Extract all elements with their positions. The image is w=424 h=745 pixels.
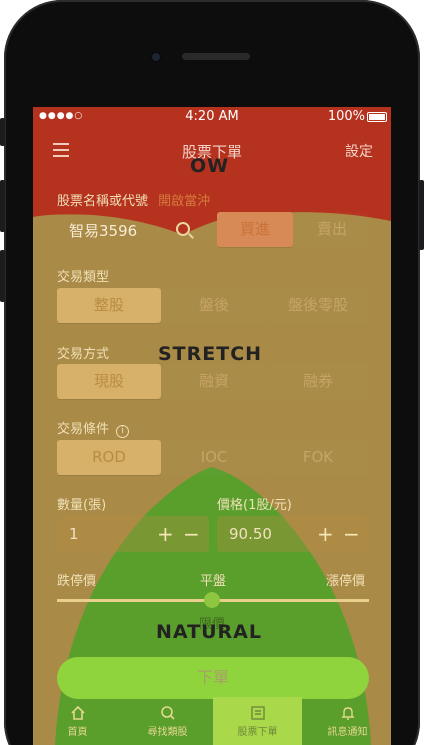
status-bar: ●●●●○ 4:20 AM 100% xyxy=(33,107,391,127)
trade-method-short[interactable]: 融券 xyxy=(267,364,369,399)
trade-type-after-hours[interactable]: 盤後 xyxy=(163,288,265,323)
earpiece-speaker xyxy=(182,53,250,60)
trade-method-cash[interactable]: 現股 xyxy=(57,364,161,399)
sell-button[interactable]: 賣出 xyxy=(295,212,369,247)
day-trade-link[interactable]: 開啟當沖 xyxy=(158,194,210,209)
quantity-label: 數量(張) xyxy=(57,498,107,513)
tab-place-order-label: 股票下單 xyxy=(237,727,278,738)
price-minus-button[interactable]: − xyxy=(343,516,360,552)
trade-method-label: 交易方式 xyxy=(57,347,110,362)
volume-down-button xyxy=(0,250,5,302)
tab-home[interactable]: 首頁 xyxy=(33,697,122,745)
front-camera xyxy=(150,51,162,63)
quantity-plus-button[interactable]: + xyxy=(157,516,174,552)
condition-label: 交易條件 i xyxy=(57,418,130,438)
natural-zone-label: NATURAL xyxy=(156,621,262,643)
trade-type-label: 交易類型 xyxy=(57,270,110,285)
tab-find-sector-label: 尋找類股 xyxy=(147,727,188,738)
app-screen: ●●●●○ 4:20 AM 100% 股票下單 設定 股票名稱或代號 開啟當沖 … xyxy=(33,107,391,745)
condition-rod[interactable]: ROD xyxy=(57,440,161,475)
condition-fok[interactable]: FOK xyxy=(267,440,369,475)
tab-home-label: 首頁 xyxy=(67,727,88,738)
limit-up-label: 漲停價 xyxy=(326,574,366,589)
search-icon[interactable] xyxy=(176,222,190,236)
flat-price-label: 平盤 xyxy=(200,574,227,589)
mute-switch xyxy=(0,118,5,146)
buy-button[interactable]: 買進 xyxy=(217,212,293,247)
stretch-zone-label: STRETCH xyxy=(158,343,263,365)
settings-button[interactable]: 設定 xyxy=(345,141,373,161)
quantity-value: 1 xyxy=(69,525,79,543)
volume-up-button xyxy=(0,180,5,232)
price-field[interactable]: 90.50 + − xyxy=(217,516,369,552)
search-icon xyxy=(160,706,175,720)
trade-type-whole[interactable]: 整股 xyxy=(57,288,161,323)
battery-icon xyxy=(367,112,387,122)
home-icon xyxy=(70,705,85,720)
quantity-minus-button[interactable]: − xyxy=(183,516,200,552)
limit-down-label: 跌停價 xyxy=(57,574,97,589)
price-plus-button[interactable]: + xyxy=(317,516,334,552)
order-form-icon xyxy=(250,706,265,720)
quantity-field[interactable]: 1 + − xyxy=(57,516,209,552)
tab-find-sector[interactable]: 尋找類股 xyxy=(123,697,212,745)
info-icon[interactable]: i xyxy=(116,425,130,438)
trade-method-margin[interactable]: 融資 xyxy=(163,364,265,399)
price-value: 90.50 xyxy=(229,525,272,543)
tab-notifications-label: 訊息通知 xyxy=(327,727,368,738)
ow-zone-label: OW xyxy=(190,155,230,177)
stock-label-text: 股票名稱或代號 xyxy=(57,194,149,209)
tab-place-order[interactable]: 股票下單 xyxy=(213,697,302,745)
price-slider-handle[interactable] xyxy=(204,592,220,608)
condition-label-text: 交易條件 xyxy=(57,422,110,437)
stock-label: 股票名稱或代號 開啟當沖 xyxy=(57,190,210,209)
condition-ioc[interactable]: IOC xyxy=(163,440,265,475)
power-button xyxy=(419,180,424,250)
price-label: 價格(1股/元) xyxy=(217,498,292,513)
battery-percent: 100% xyxy=(327,109,365,124)
tab-notifications[interactable]: 訊息通知 xyxy=(303,697,391,745)
tab-bar: 首頁 尋找類股 股票下單 訊息通知 xyxy=(33,697,391,745)
trade-type-after-hours-odd[interactable]: 盤後零股 xyxy=(267,288,369,323)
submit-order-button[interactable]: 下單 xyxy=(57,657,369,699)
bell-icon xyxy=(340,707,355,720)
